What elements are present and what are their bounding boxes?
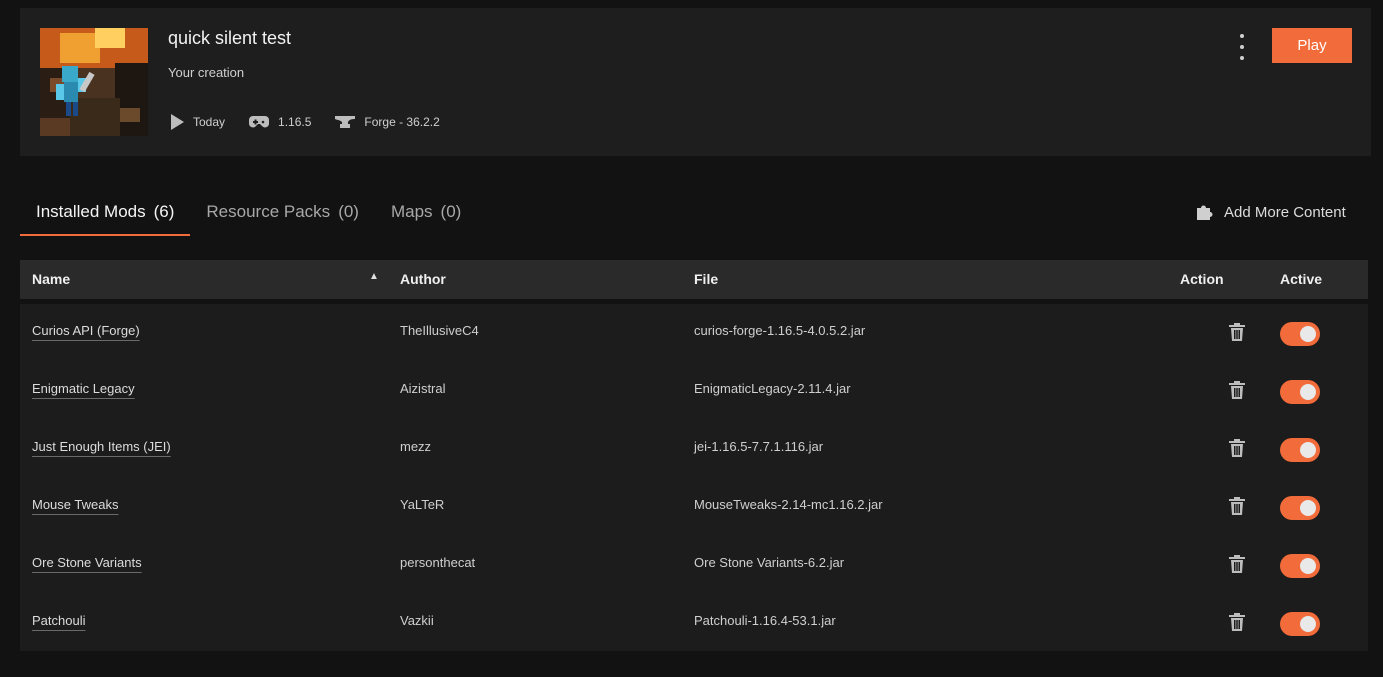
last-played: Today — [170, 114, 225, 130]
toggle-knob — [1300, 500, 1316, 516]
mod-name-link[interactable]: Patchouli — [32, 613, 85, 628]
mod-file: Ore Stone Variants-6.2.jar — [694, 555, 845, 570]
trash-icon[interactable] — [1229, 381, 1245, 402]
add-more-content-button[interactable]: Add More Content — [1196, 203, 1346, 221]
kebab-menu-icon[interactable] — [1232, 34, 1252, 60]
toggle-knob — [1300, 384, 1316, 400]
table-row: Mouse Tweaks YaLTeR MouseTweaks-2.14-mc1… — [20, 478, 1368, 536]
tab-label: Installed Mods — [36, 202, 146, 221]
trash-icon[interactable] — [1229, 323, 1245, 344]
column-header-author[interactable]: Author — [400, 271, 446, 287]
mod-author: mezz — [400, 439, 432, 454]
tab-installed-mods[interactable]: Installed Mods (6) — [20, 190, 191, 236]
content-tabs: Installed Mods (6) Resource Packs (0) Ma… — [20, 190, 477, 236]
game-version-label: 1.16.5 — [278, 115, 312, 129]
mods-table: Name ▲ Author File Action Active Curios … — [20, 260, 1368, 651]
mod-file: EnigmaticLegacy-2.11.4.jar — [694, 381, 851, 396]
modpack-header: quick silent test Your creation Today 1.… — [20, 8, 1371, 156]
tab-label: Maps — [390, 202, 433, 221]
table-row: Ore Stone Variants personthecat Ore Ston… — [20, 536, 1368, 594]
mod-author: TheIllusiveC4 — [400, 323, 479, 338]
mod-file: jei-1.16.5-7.7.1.116.jar — [694, 439, 824, 454]
last-played-label: Today — [193, 115, 226, 129]
trash-icon[interactable] — [1229, 439, 1245, 460]
table-row: Patchouli Vazkii Patchouli-1.16.4-53.1.j… — [20, 594, 1368, 652]
puzzle-piece-icon — [1197, 205, 1213, 220]
mod-name-link[interactable]: Ore Stone Variants — [32, 555, 142, 570]
mod-name-link[interactable]: Mouse Tweaks — [32, 497, 118, 512]
table-body: Curios API (Forge) TheIllusiveC4 curios-… — [20, 304, 1368, 651]
mod-name-link[interactable]: Just Enough Items (JEI) — [32, 439, 171, 454]
mod-file: Patchouli-1.16.4-53.1.jar — [694, 613, 836, 628]
column-header-action: Action — [1180, 271, 1224, 287]
mod-author: YaLTeR — [400, 497, 445, 512]
trash-icon[interactable] — [1229, 555, 1245, 576]
mod-name-link[interactable]: Enigmatic Legacy — [32, 381, 135, 396]
mod-author: personthecat — [400, 555, 476, 570]
mod-author: Aizistral — [400, 381, 446, 396]
column-header-name[interactable]: Name — [32, 271, 70, 287]
active-toggle[interactable] — [1280, 322, 1320, 346]
tab-maps[interactable]: Maps (0) — [375, 190, 477, 234]
toggle-knob — [1300, 616, 1316, 632]
mod-author: Vazkii — [400, 613, 434, 628]
column-header-file[interactable]: File — [694, 271, 718, 287]
tab-count: (6) — [153, 202, 175, 221]
mod-loader-label: Forge - 36.2.2 — [364, 115, 440, 129]
tab-count: (0) — [440, 202, 462, 221]
game-version: 1.16.5 — [249, 115, 311, 129]
table-header: Name ▲ Author File Action Active — [20, 260, 1368, 299]
table-row: Just Enough Items (JEI) mezz jei-1.16.5-… — [20, 420, 1368, 478]
table-row: Curios API (Forge) TheIllusiveC4 curios-… — [20, 304, 1368, 362]
add-more-content-label: Add More Content — [1224, 203, 1346, 221]
anvil-icon — [335, 116, 356, 128]
tab-resource-packs[interactable]: Resource Packs (0) — [190, 190, 375, 234]
modpack-subtitle: Your creation — [168, 65, 245, 80]
modpack-title: quick silent test — [168, 28, 292, 48]
mod-loader: Forge - 36.2.2 — [335, 115, 440, 129]
gamepad-icon — [249, 116, 270, 128]
tab-count: (0) — [338, 202, 359, 221]
toggle-knob — [1300, 558, 1316, 574]
mod-name-link[interactable]: Curios API (Forge) — [32, 323, 140, 338]
active-toggle[interactable] — [1280, 380, 1320, 404]
active-toggle[interactable] — [1280, 554, 1320, 578]
modpack-thumbnail — [40, 28, 148, 136]
table-row: Enigmatic Legacy Aizistral EnigmaticLega… — [20, 362, 1368, 420]
modpack-meta: Today 1.16.5 Forge - 36.2.2 — [170, 114, 464, 130]
play-button[interactable]: Play — [1272, 28, 1352, 63]
toggle-knob — [1300, 326, 1316, 342]
toggle-knob — [1300, 442, 1316, 458]
active-toggle[interactable] — [1280, 438, 1320, 462]
column-header-active: Active — [1280, 271, 1323, 287]
tab-label: Resource Packs — [206, 202, 331, 221]
sort-ascending-icon[interactable]: ▲ — [369, 271, 379, 282]
mod-file: MouseTweaks-2.14-mc1.16.2.jar — [694, 497, 883, 512]
play-icon — [171, 114, 184, 130]
active-toggle[interactable] — [1280, 496, 1320, 520]
trash-icon[interactable] — [1229, 613, 1245, 634]
active-toggle[interactable] — [1280, 612, 1320, 636]
mod-file: curios-forge-1.16.5-4.0.5.2.jar — [694, 323, 866, 338]
trash-icon[interactable] — [1229, 497, 1245, 518]
